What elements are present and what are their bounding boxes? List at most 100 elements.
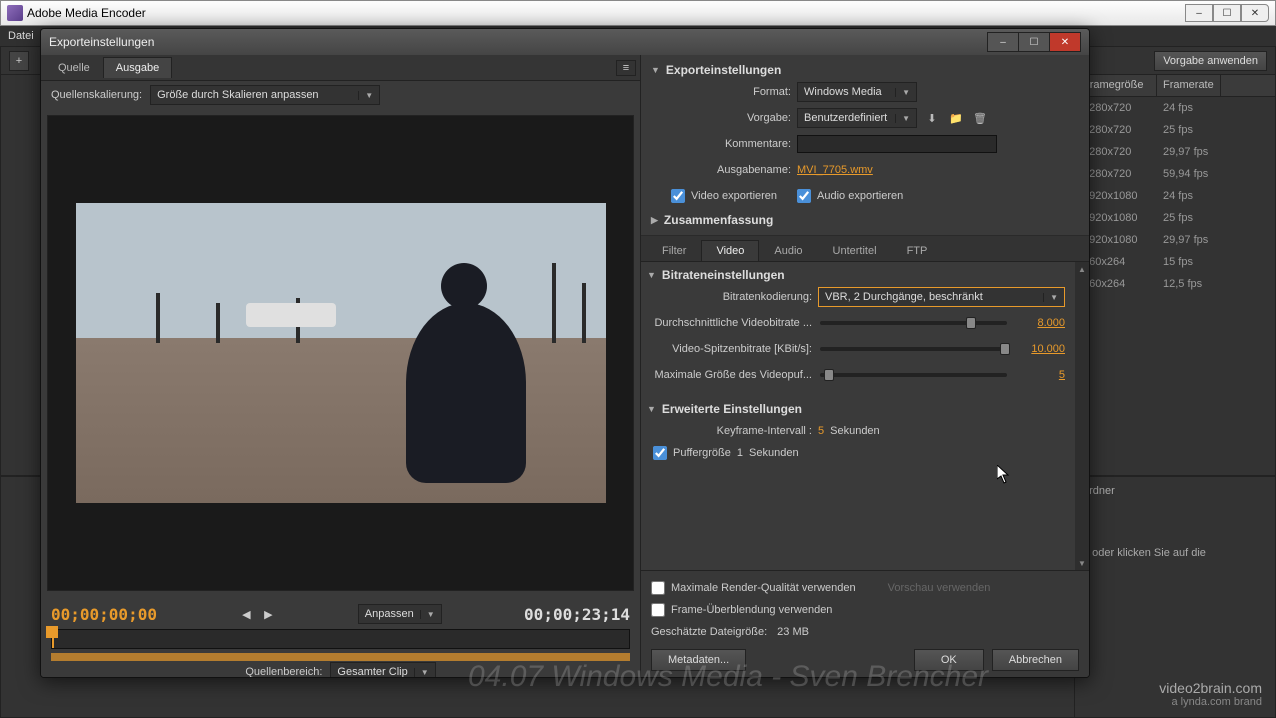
current-timecode[interactable]: 00;00;00;00 — [51, 605, 157, 624]
cancel-button[interactable]: Abbrechen — [992, 649, 1079, 671]
tab-source[interactable]: Quelle — [45, 57, 103, 79]
comments-input[interactable] — [797, 135, 997, 153]
preset-row[interactable]: 1280x72025 fps — [1077, 119, 1275, 141]
export-video-checkbox[interactable]: Video exportieren — [671, 187, 777, 205]
buffersize-checkbox[interactable] — [653, 446, 667, 460]
dialog-titlebar[interactable]: Exporteinstellungen – ☐ ✕ — [41, 29, 1089, 55]
apply-preset-button[interactable]: Vorgabe anwenden — [1154, 51, 1267, 71]
keyframe-value[interactable]: 5 — [818, 425, 824, 437]
work-area-bar[interactable] — [51, 653, 630, 661]
add-source-button[interactable]: + — [9, 51, 29, 71]
watch-folder-label: ordner — [1083, 485, 1267, 497]
outputname-label: Ausgabename: — [651, 164, 791, 176]
outputname-link[interactable]: MVI_7705.wmv — [797, 164, 873, 176]
source-range-dropdown[interactable]: Gesamter Clip ▼ — [330, 662, 435, 678]
dialog-footer: Maximale Render-Qualität verwenden Vorsc… — [641, 570, 1089, 677]
frame-blend-label: Frame-Überblendung verwenden — [671, 604, 832, 616]
max-render-checkbox[interactable] — [651, 581, 665, 595]
preview-viewport[interactable] — [47, 115, 634, 591]
buffersize-label: Puffergröße — [673, 447, 731, 459]
fit-dropdown[interactable]: Anpassen ▼ — [358, 604, 442, 624]
frame-blend-checkbox[interactable] — [651, 603, 665, 617]
advanced-heading[interactable]: ▼ Erweiterte Einstellungen — [647, 400, 1083, 418]
twisty-down-icon: ▼ — [647, 270, 656, 280]
buffer-max-value[interactable]: 5 — [1015, 369, 1065, 381]
chevron-down-icon: ▼ — [895, 88, 910, 97]
playhead[interactable] — [46, 626, 58, 638]
peak-bitrate-value[interactable]: 10.000 — [1015, 343, 1065, 355]
app-title: Adobe Media Encoder — [27, 6, 1185, 20]
tab-video[interactable]: Video — [701, 240, 759, 261]
preset-row[interactable]: 1920x108029,97 fps — [1077, 229, 1275, 251]
tab-audio[interactable]: Audio — [759, 240, 817, 261]
timeline-track[interactable] — [51, 629, 630, 649]
preview-use-label: Vorschau verwenden — [888, 582, 991, 594]
window-minimize-button[interactable]: – — [1185, 4, 1213, 22]
window-maximize-button[interactable]: ☐ — [1213, 4, 1241, 22]
buffersize-unit: Sekunden — [749, 447, 799, 459]
dialog-close-button[interactable]: ✕ — [1049, 32, 1081, 52]
dialog-minimize-button[interactable]: – — [987, 32, 1019, 52]
prev-frame-icon[interactable]: ◀ — [239, 607, 253, 621]
save-preset-icon[interactable]: ⬇ — [923, 109, 941, 127]
tab-filter[interactable]: Filter — [647, 240, 701, 261]
preset-dropdown[interactable]: Benutzerdefiniert ▼ — [797, 108, 917, 128]
import-preset-icon[interactable]: 📁 — [947, 109, 965, 127]
twisty-down-icon: ▼ — [647, 404, 656, 414]
preset-row[interactable]: 1280x72059,94 fps — [1077, 163, 1275, 185]
bitrate-heading[interactable]: ▼ Bitrateneinstellungen — [647, 266, 1083, 284]
buffersize-value[interactable]: 1 — [737, 447, 743, 459]
next-frame-icon[interactable]: ▶ — [261, 607, 275, 621]
est-size-label: Geschätzte Dateigröße: — [651, 626, 767, 638]
dialog-maximize-button[interactable]: ☐ — [1018, 32, 1050, 52]
settings-tabs: Filter Video Audio Untertitel FTP — [641, 236, 1089, 262]
buffer-max-slider[interactable] — [820, 373, 1007, 377]
bitrate-encoding-label: Bitratenkodierung: — [647, 291, 812, 303]
bitrate-encoding-dropdown[interactable]: VBR, 2 Durchgänge, beschränkt ▼ — [818, 287, 1065, 307]
chevron-down-icon: ▼ — [414, 668, 429, 677]
scrollbar[interactable]: ▲ ▼ — [1075, 262, 1089, 570]
settings-pane: ▼ Exporteinstellungen Format: Windows Me… — [641, 55, 1089, 677]
tab-ftp[interactable]: FTP — [892, 240, 943, 261]
video-settings-scroll: ▲ ▼ ▼ Bitrateneinstellungen Bitratenkodi… — [641, 262, 1089, 570]
export-audio-checkbox[interactable]: Audio exportieren — [797, 187, 903, 205]
format-dropdown[interactable]: Windows Media ▼ — [797, 82, 917, 102]
summary-heading[interactable]: ▶ Zusammenfassung — [651, 209, 1079, 229]
preview-panel-menu[interactable]: ≡ — [616, 60, 636, 76]
preview-pane: Quelle Ausgabe ≡ Quellenskalierung: Größ… — [41, 55, 641, 677]
preset-row[interactable]: 1920x108024 fps — [1077, 185, 1275, 207]
scaling-dropdown[interactable]: Größe durch Skalieren anpassen ▼ — [150, 85, 380, 105]
column-framerate[interactable]: Framerate — [1157, 75, 1221, 96]
format-label: Format: — [651, 86, 791, 98]
delete-preset-icon[interactable]: 🗑 — [971, 109, 989, 127]
avg-bitrate-slider[interactable] — [820, 321, 1007, 325]
preset-row[interactable]: 1920x108025 fps — [1077, 207, 1275, 229]
scroll-down-icon[interactable]: ▼ — [1075, 556, 1089, 570]
preset-row[interactable]: 1280x72029,97 fps — [1077, 141, 1275, 163]
peak-bitrate-slider[interactable] — [820, 347, 1007, 351]
scroll-up-icon[interactable]: ▲ — [1075, 262, 1089, 276]
menu-file[interactable]: Datei — [8, 30, 34, 42]
keyframe-unit: Sekunden — [830, 425, 880, 437]
keyframe-label: Keyframe-Intervall : — [647, 425, 812, 437]
twisty-right-icon: ▶ — [651, 215, 658, 226]
preset-row[interactable]: 360x26412,5 fps — [1077, 273, 1275, 295]
chevron-down-icon: ▼ — [1043, 293, 1058, 302]
preset-browser-panel: Vorgabe anwenden Framegröße Framerate 12… — [1076, 46, 1276, 476]
twisty-down-icon: ▼ — [651, 65, 660, 75]
tab-output[interactable]: Ausgabe — [103, 57, 172, 78]
preset-row[interactable]: 1280x72024 fps — [1077, 97, 1275, 119]
max-render-label: Maximale Render-Qualität verwenden — [671, 582, 856, 594]
comments-label: Kommentare: — [651, 138, 791, 150]
tab-captions[interactable]: Untertitel — [818, 240, 892, 261]
avg-bitrate-label: Durchschnittliche Videobitrate ... — [647, 317, 812, 329]
avg-bitrate-value[interactable]: 8.000 — [1015, 317, 1065, 329]
preset-row[interactable]: 360x26415 fps — [1077, 251, 1275, 273]
metadata-button[interactable]: Metadaten... — [651, 649, 746, 671]
export-settings-heading[interactable]: ▼ Exporteinstellungen — [651, 61, 1079, 79]
chevron-down-icon: ▼ — [358, 91, 373, 100]
peak-bitrate-label: Video-Spitzenbitrate [KBit/s]: — [647, 343, 812, 355]
ok-button[interactable]: OK — [914, 649, 984, 671]
window-close-button[interactable]: ✕ — [1241, 4, 1269, 22]
drop-hint: n oder klicken Sie auf die — [1083, 547, 1267, 559]
